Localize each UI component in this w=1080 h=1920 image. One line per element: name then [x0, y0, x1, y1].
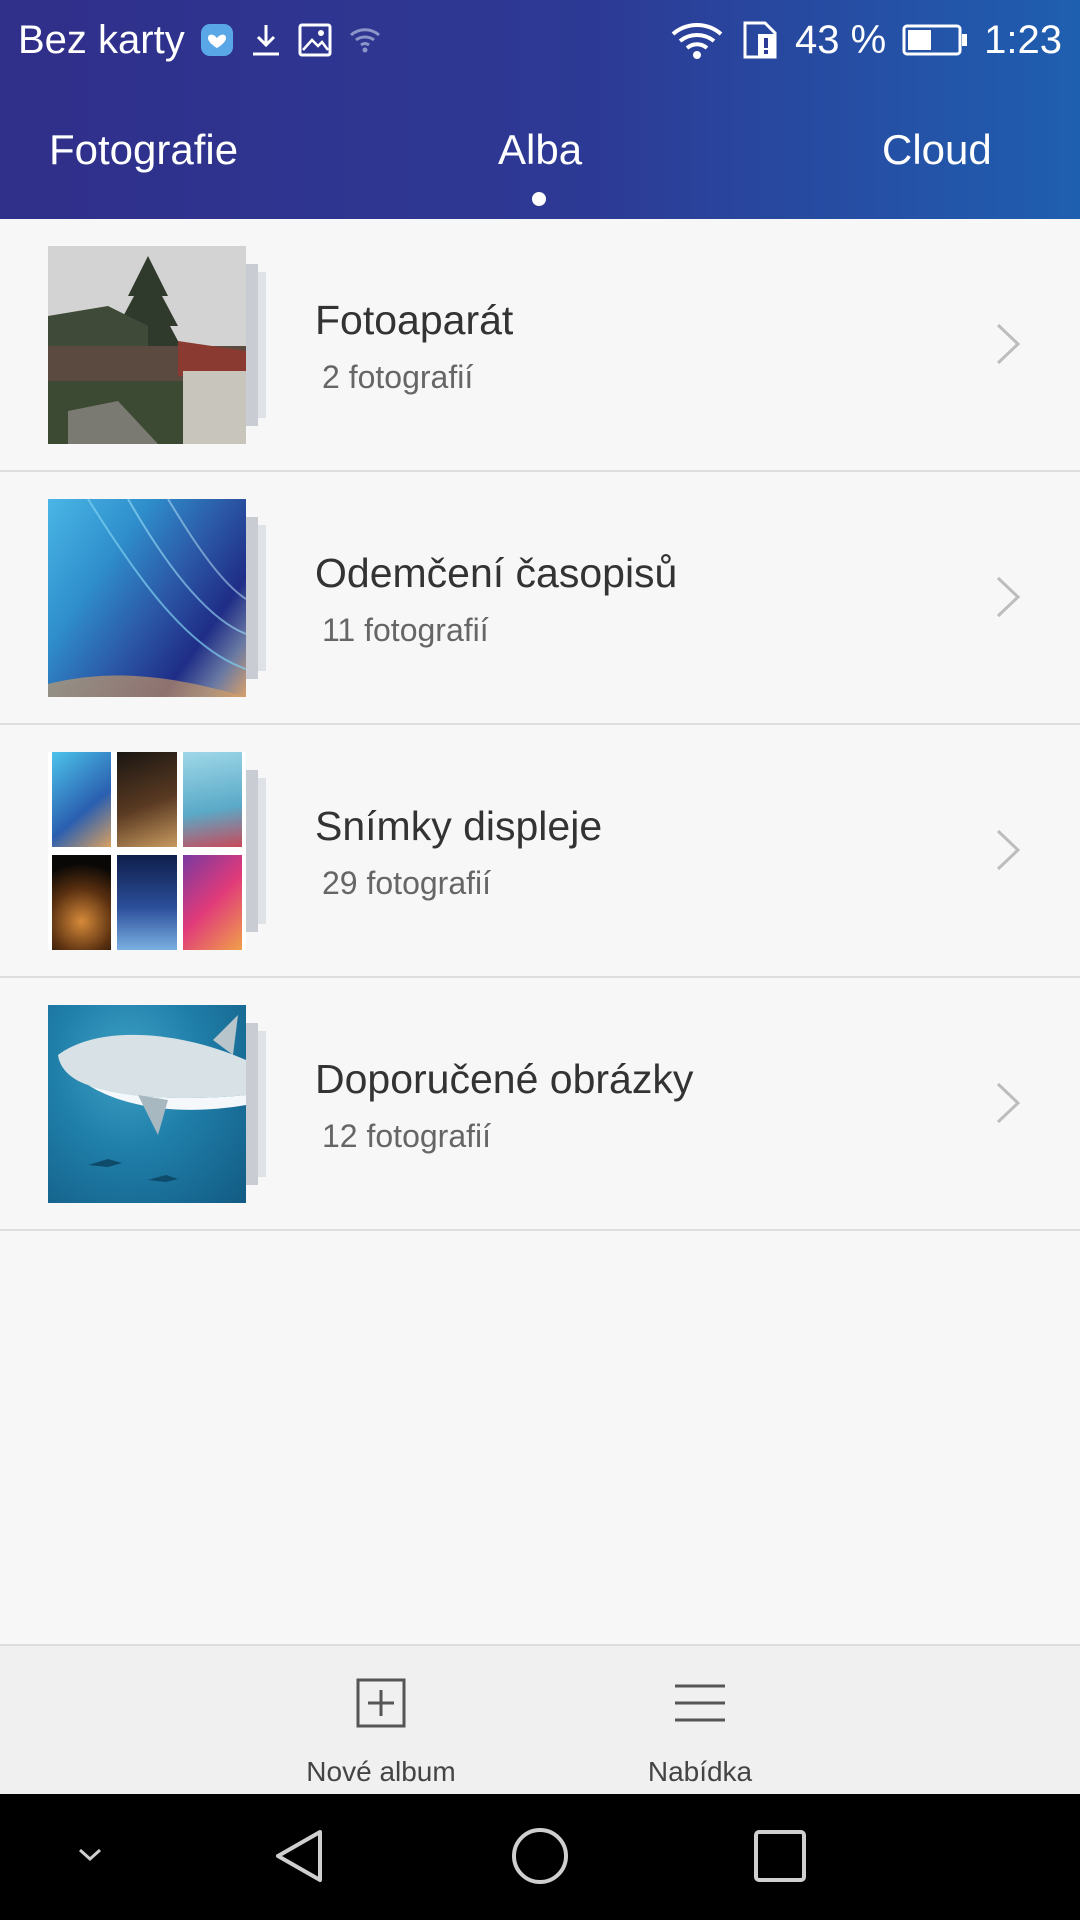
chevron-right-icon	[990, 1078, 1030, 1128]
album-row-doporucene-obrazky[interactable]: Doporučené obrázky 12 fotografií	[0, 978, 1080, 1231]
battery-percent: 43 %	[794, 17, 887, 62]
album-thumbnail	[48, 1005, 246, 1203]
chevron-right-icon	[990, 319, 1030, 369]
system-navigation-bar	[0, 1794, 1080, 1920]
tab-bar: Fotografie Alba Cloud	[0, 80, 1080, 219]
stack-layer	[246, 1023, 258, 1185]
stack-layer	[258, 272, 266, 418]
album-title: Snímky displeje	[315, 803, 603, 849]
album-row-snimky-displeje[interactable]: Snímky displeje 29 fotografií	[0, 725, 1080, 978]
screenshot-tile	[182, 855, 242, 950]
clock: 1:23	[984, 17, 1062, 62]
tab-cloud[interactable]: Cloud	[882, 126, 992, 174]
screenshot-tile	[117, 752, 177, 847]
screenshot-tile	[52, 855, 112, 950]
health-icon	[199, 22, 235, 58]
menu-button[interactable]: Nabídka	[590, 1646, 810, 1796]
album-thumbnail	[48, 246, 246, 444]
album-row-fotoaparat[interactable]: Fotoaparát 2 fotografií	[0, 219, 1080, 472]
menu-icon	[673, 1676, 727, 1730]
new-album-button[interactable]: Nové album	[271, 1646, 491, 1796]
carrier-label: Bez karty	[18, 17, 185, 62]
bottom-toolbar: Nové album Nabídka	[0, 1644, 1080, 1794]
wifi-question-icon	[347, 25, 383, 55]
album-thumbnail-stack	[48, 1005, 268, 1203]
stack-layer	[246, 264, 258, 426]
sim-alert-icon	[741, 19, 779, 61]
tab-alba[interactable]: Alba	[498, 126, 582, 174]
recent-apps-icon[interactable]	[752, 1828, 808, 1889]
album-thumbnail-stack	[48, 752, 268, 950]
battery-icon	[902, 23, 968, 57]
album-thumbnail	[48, 499, 246, 697]
chevron-right-icon	[990, 572, 1030, 622]
stack-layer	[258, 1031, 266, 1177]
stack-layer	[258, 525, 266, 671]
screenshot-tile	[52, 752, 112, 847]
screenshot-tile	[182, 752, 242, 847]
add-album-icon	[354, 1676, 408, 1730]
stack-layer	[246, 517, 258, 679]
image-icon	[297, 22, 333, 58]
home-icon[interactable]	[510, 1826, 570, 1891]
album-title: Odemčení časopisů	[315, 550, 678, 596]
stack-layer	[246, 770, 258, 932]
tab-fotografie[interactable]: Fotografie	[49, 126, 238, 174]
album-count: 12 fotografií	[322, 1118, 491, 1154]
menu-label: Nabídka	[647, 1756, 753, 1787]
status-bar: Bez karty 43 % 1:23	[0, 0, 1080, 80]
hide-nav-chevron-icon[interactable]	[70, 1840, 110, 1875]
album-count: 11 fotografií	[322, 612, 489, 648]
album-list: Fotoaparát 2 fotografií Odemčení časopis…	[0, 219, 1080, 1231]
album-count: 2 fotografií	[322, 359, 474, 395]
selected-tab-indicator	[532, 192, 546, 206]
new-album-label: Nové album	[306, 1756, 456, 1787]
stack-layer	[258, 778, 266, 924]
screenshot-tile	[117, 855, 177, 950]
album-title: Doporučené obrázky	[315, 1056, 694, 1102]
app-header: Bez karty 43 % 1:23 Fotografie Alba Clou…	[0, 0, 1080, 219]
album-count: 29 fotografií	[322, 865, 491, 901]
chevron-right-icon	[990, 825, 1030, 875]
album-thumbnail-stack	[48, 246, 268, 444]
album-row-odemceni-casopisu[interactable]: Odemčení časopisů 11 fotografií	[0, 472, 1080, 725]
album-title: Fotoaparát	[315, 297, 514, 343]
wifi-icon	[669, 20, 725, 60]
album-thumbnail-stack	[48, 499, 268, 697]
album-thumbnail	[48, 752, 246, 950]
back-icon[interactable]	[272, 1826, 328, 1891]
download-icon	[249, 22, 283, 58]
